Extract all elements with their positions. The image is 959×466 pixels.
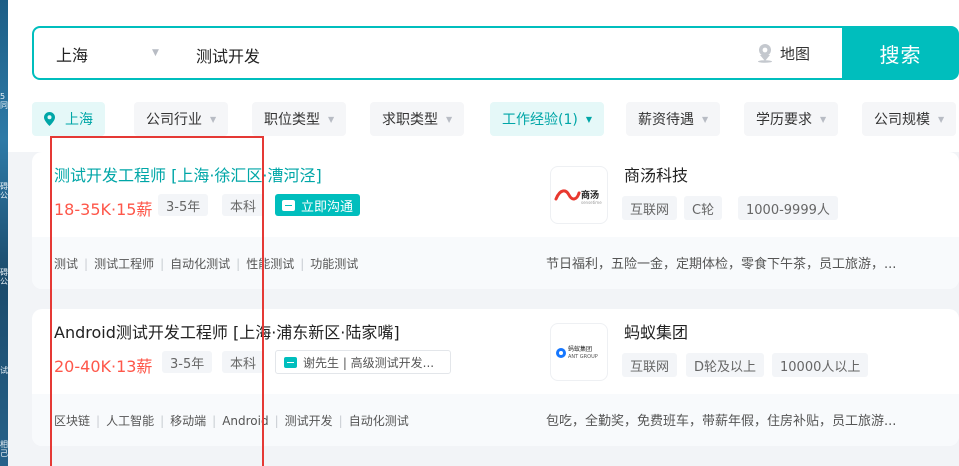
company-tag: 互联网 (622, 196, 678, 220)
experience-tag: 3-5年 (162, 351, 213, 373)
education-tag: 本科 (222, 351, 265, 373)
filter-label: 工作经验(1) (502, 112, 578, 128)
filter-industry[interactable]: 公司行业 ▼ (134, 102, 229, 136)
chevron-down-icon: ▼ (820, 114, 827, 124)
chevron-down-icon: ▼ (938, 114, 945, 124)
filter-label: 学历要求 (756, 112, 812, 128)
chat-now-button[interactable]: 立即沟通 (275, 194, 361, 216)
logo-subtext: sensetime (581, 200, 602, 205)
company-name[interactable]: 商汤科技 (624, 162, 688, 186)
filter-education[interactable]: 学历要求 ▼ (744, 102, 839, 136)
skill-tags: 区块链 | 人工智能 | 移动端 | Android | 测试开发 | 自动化测试 (54, 414, 409, 428)
search-input[interactable]: 测试开发 (196, 43, 260, 67)
recruiter-chat-button[interactable]: 谢先生 | 高级测试开发... (275, 350, 451, 374)
filter-experience[interactable]: 工作经验(1) ▼ (490, 102, 604, 136)
sensetime-logo: 商汤 sensetime (554, 189, 602, 205)
company-tag: 1000-9999人 (738, 196, 838, 220)
skill-tag: 功能测试 (310, 257, 359, 271)
company-benefits: 节日福利，五险一金，定期体检，零食下午茶，员工旅游，... (546, 257, 897, 272)
filter-company-size[interactable]: 公司规模 ▼ (862, 102, 957, 136)
chevron-down-icon: ▼ (702, 114, 709, 124)
search-box: 上海 ▼ 测试开发 地图 (32, 26, 844, 80)
filter-label: 上海 (65, 112, 93, 128)
ant-group-logo: 蚂蚁集团 ANT GROUP (556, 345, 598, 360)
chevron-down-icon[interactable]: ▼ (152, 48, 159, 58)
company-name[interactable]: 蚂蚁集团 (624, 319, 688, 343)
logo-text: 蚂蚁集团 (568, 345, 592, 353)
skill-tag: 区块链 (54, 414, 91, 428)
filter-seek-type[interactable]: 求职类型 ▼ (370, 102, 465, 136)
skill-tag: 人工智能 (106, 414, 155, 428)
chevron-down-icon: ▼ (210, 114, 217, 124)
job-title[interactable]: 测试开发工程师 [上海·徐汇区·漕河泾] (54, 162, 322, 186)
map-label: 地图 (780, 44, 811, 63)
filter-label: 求职类型 (382, 112, 438, 128)
skill-tag: 移动端 (170, 414, 207, 428)
skill-tag: 性能测试 (246, 257, 295, 271)
desktop-edge: 5同 碍公 碍公 试相己 (0, 0, 8, 466)
filter-label: 公司行业 (146, 112, 202, 128)
salary: 20-40K·13薪 (54, 357, 153, 376)
filter-salary[interactable]: 薪资待遇 ▼ (626, 102, 721, 136)
skill-tag: 测试 (54, 257, 79, 271)
job-card[interactable]: Android测试开发工程师 [上海·浦东新区·陆家嘴] 20-40K·13薪 … (32, 309, 959, 446)
filter-label: 职位类型 (264, 112, 320, 128)
logo-subtext: ANT GROUP (568, 354, 598, 360)
job-title[interactable]: Android测试开发工程师 [上海·浦东新区·陆家嘴] (54, 319, 400, 343)
company-tag: C轮 (684, 196, 723, 220)
skill-tag: 自动化测试 (170, 257, 231, 271)
chevron-down-icon: ▼ (585, 114, 592, 124)
card-footer: 区块链 | 人工智能 | 移动端 | Android | 测试开发 | 自动化测试 包吃，全勤奖，免… (32, 394, 959, 446)
experience-tag: 3-5年 (158, 194, 209, 216)
chat-label: 立即沟通 (301, 199, 354, 215)
city-select[interactable]: 上海 (56, 42, 88, 66)
chevron-down-icon: ▼ (446, 114, 453, 124)
skill-tag: Android (222, 414, 269, 428)
map-pin-icon (758, 44, 772, 63)
filter-label: 公司规模 (874, 112, 930, 128)
card-footer: 测试 | 测试工程师 | 自动化测试 | 性能测试 | 功能测试 节日福利，五险一金，定期体检，… (32, 237, 959, 289)
map-button[interactable]: 地图 (756, 41, 810, 65)
filter-label: 薪资待遇 (638, 112, 694, 128)
skill-tag: 测试开发 (284, 414, 333, 428)
skill-tag: 自动化测试 (348, 414, 409, 428)
company-benefits: 包吃，全勤奖，免费班车，带薪年假，住房补贴，员工旅游... (546, 414, 897, 429)
company-tag: 互联网 (622, 353, 678, 377)
skill-tag: 测试工程师 (94, 257, 155, 271)
company-logo[interactable]: 商汤 sensetime (550, 166, 608, 224)
recruiter-info: 谢先生 | 高级测试开发... (303, 355, 435, 370)
salary: 18-35K·15薪 (54, 200, 153, 219)
search-panel: 上海 ▼ 测试开发 地图 搜索 上海 公司行业 ▼ 职位类型 ▼ 求职类型 ▼ … (8, 0, 959, 152)
chat-icon (284, 356, 297, 368)
search-button[interactable]: 搜索 (842, 26, 959, 80)
chat-icon (282, 199, 295, 211)
company-tag: 10000人以上 (772, 353, 869, 377)
company-logo[interactable]: 蚂蚁集团 ANT GROUP (550, 323, 608, 381)
company-tag: D轮及以上 (686, 353, 765, 377)
skill-tags: 测试 | 测试工程师 | 自动化测试 | 性能测试 | 功能测试 (54, 257, 359, 271)
chevron-down-icon: ▼ (328, 114, 335, 124)
filter-job-type[interactable]: 职位类型 ▼ (252, 102, 347, 136)
filter-city[interactable]: 上海 (32, 102, 105, 136)
education-tag: 本科 (222, 194, 265, 216)
location-pin-icon (44, 112, 55, 126)
job-card[interactable]: 测试开发工程师 [上海·徐汇区·漕河泾] 18-35K·15薪 3-5年 本科 … (32, 152, 959, 289)
